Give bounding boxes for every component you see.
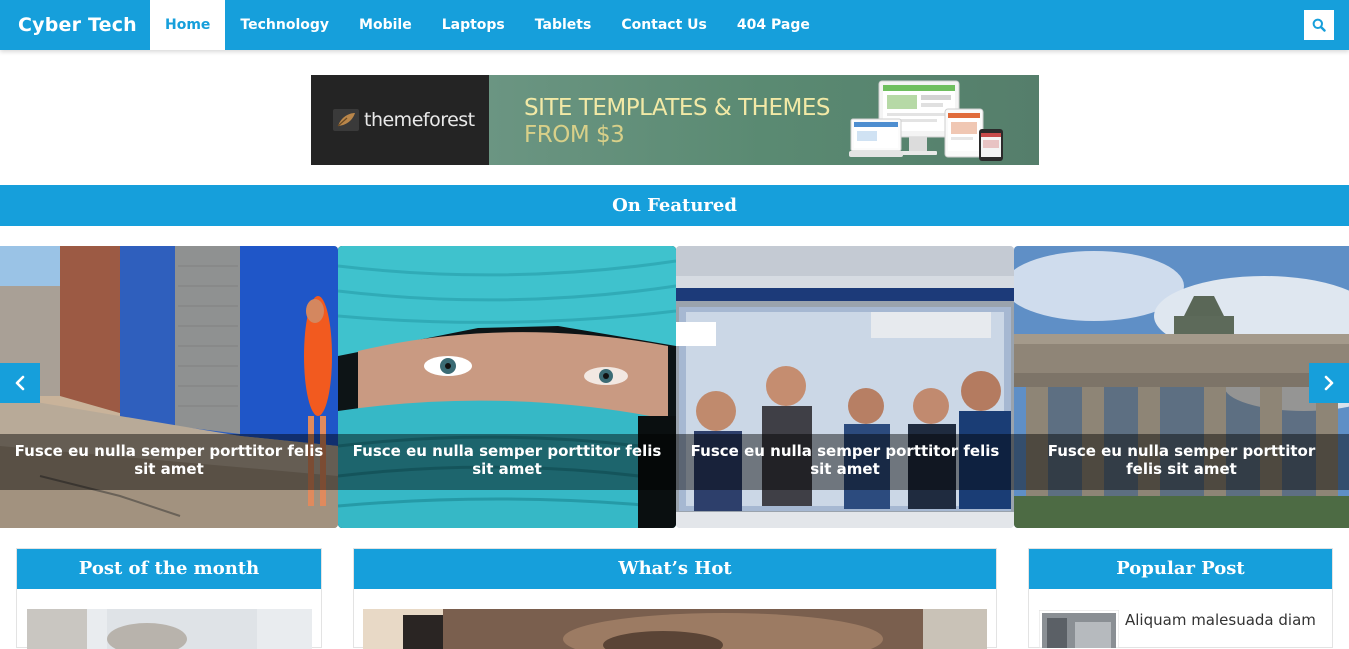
nav-item-technology[interactable]: Technology — [225, 0, 344, 50]
post-of-month-thumbnail[interactable] — [27, 609, 312, 649]
banner-headline: SITE TEMPLATES & THEMES — [524, 95, 830, 121]
widget-title: Popular Post — [1029, 549, 1332, 589]
ad-banner[interactable]: themeforest SITE TEMPLATES & THEMES FROM… — [311, 75, 1039, 165]
chevron-right-icon — [1324, 375, 1334, 391]
nav-item-tablets[interactable]: Tablets — [520, 0, 607, 50]
slider-next-button[interactable] — [1309, 363, 1349, 403]
slide-scarf[interactable]: Fusce eu nulla semper porttitor felis si… — [338, 246, 676, 528]
nav-item-mobile[interactable]: Mobile — [344, 0, 427, 50]
devices-illustration — [849, 80, 1003, 161]
popular-post-thumbnail[interactable] — [1039, 610, 1119, 648]
slide-caption[interactable]: Fusce eu nulla semper porttitor felis si… — [676, 434, 1014, 490]
featured-slider: Fusce eu nulla semper porttitor felis si… — [0, 246, 1349, 528]
nav-item-404[interactable]: 404 Page — [722, 0, 825, 50]
slide-gate[interactable]: Fusce eu nulla semper porttitor felis si… — [1014, 246, 1349, 528]
slide-street[interactable]: Fusce eu nulla semper porttitor felis si… — [0, 246, 338, 528]
popular-post-title[interactable]: Aliquam malesuada diam — [1125, 611, 1316, 629]
slide-bus[interactable]: Fusce eu nulla semper porttitor felis si… — [676, 246, 1014, 528]
widget-post-of-month: Post of the month — [16, 548, 322, 649]
nav-item-contact[interactable]: Contact Us — [606, 0, 722, 50]
themeforest-logo: themeforest — [311, 75, 489, 165]
banner-logo-text: themeforest — [364, 109, 475, 131]
widget-popular-post: Popular Post Aliquam malesuada diam — [1028, 548, 1333, 648]
top-navbar: Cyber Tech Home Technology Mobile Laptop… — [0, 0, 1349, 50]
widget-title: What’s Hot — [354, 549, 996, 589]
featured-heading: On Featured — [0, 185, 1349, 226]
main-menu: Home Technology Mobile Laptops Tablets C… — [150, 0, 825, 50]
leaf-logo-icon — [333, 109, 359, 131]
search-icon — [1312, 18, 1326, 32]
slider-prev-button[interactable] — [0, 363, 40, 403]
chevron-left-icon — [15, 375, 25, 391]
widget-title: Post of the month — [17, 549, 321, 589]
nav-item-laptops[interactable]: Laptops — [427, 0, 520, 50]
search-button[interactable] — [1304, 10, 1334, 40]
site-brand[interactable]: Cyber Tech — [18, 0, 137, 50]
whats-hot-image[interactable] — [363, 609, 987, 649]
nav-item-home[interactable]: Home — [150, 0, 226, 50]
banner-price: FROM $3 — [524, 122, 625, 148]
banner-promo: SITE TEMPLATES & THEMES FROM $3 — [489, 75, 1039, 165]
slide-caption[interactable]: Fusce eu nulla semper porttitor felis si… — [0, 434, 338, 490]
widget-whats-hot: What’s Hot — [353, 548, 997, 649]
slide-caption[interactable]: Fusce eu nulla semper porttitor felis si… — [1014, 434, 1349, 490]
slide-caption[interactable]: Fusce eu nulla semper porttitor felis si… — [338, 434, 676, 490]
